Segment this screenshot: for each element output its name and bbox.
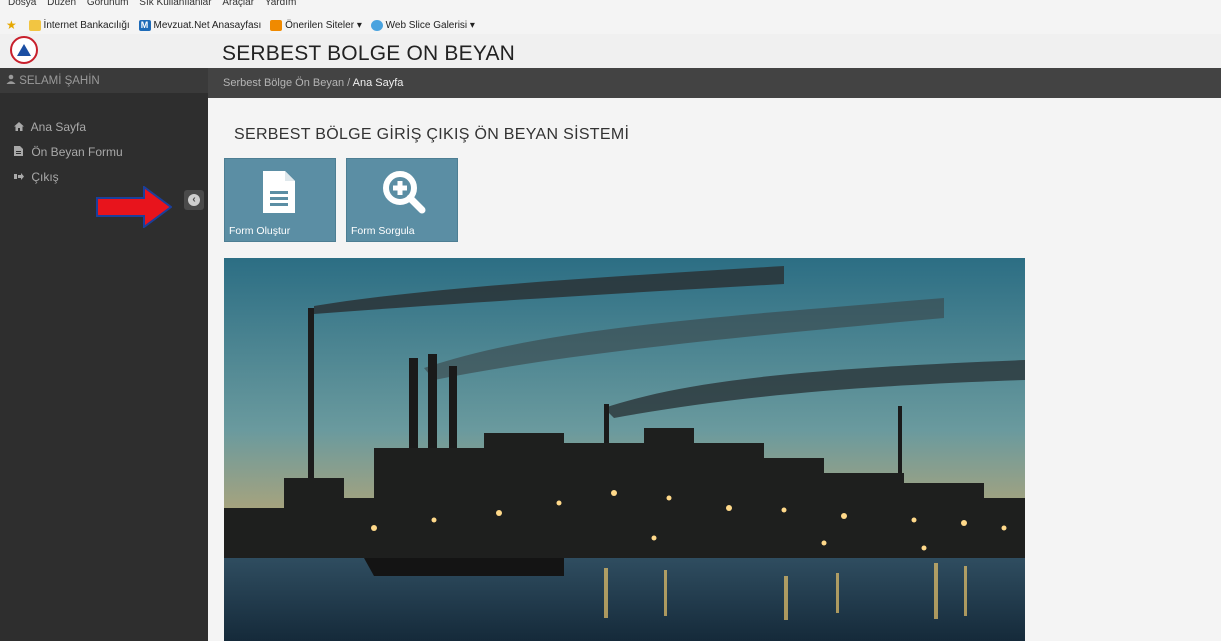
home-icon bbox=[14, 122, 28, 134]
tile-label: Form Sorgula bbox=[351, 225, 415, 237]
page-title: SERBEST BOLGE ON BEYAN bbox=[222, 42, 516, 65]
sidebar-item-ana-sayfa[interactable]: Ana Sayfa bbox=[14, 120, 86, 134]
favorites-star-icon[interactable]: ★ bbox=[6, 16, 20, 34]
sidebar-item-label: Ön Beyan Formu bbox=[31, 145, 123, 159]
main-heading: SERBEST BÖLGE GİRİŞ ÇIKIŞ ÖN BEYAN SİSTE… bbox=[234, 126, 630, 143]
sidebar-item-label: Çıkış bbox=[31, 170, 59, 184]
industrial-photo bbox=[224, 258, 1025, 641]
zoom-in-icon bbox=[383, 171, 426, 214]
user-name: SELAMİ ŞAHİN bbox=[19, 75, 100, 87]
menu-edit[interactable]: Düzen bbox=[47, 0, 76, 8]
annotation-arrow-icon bbox=[96, 186, 172, 228]
form-sorgula-tile[interactable]: Form Sorgula bbox=[346, 158, 458, 242]
user-icon bbox=[6, 74, 19, 87]
app-header: SERBEST BOLGE ON BEYAN bbox=[0, 34, 1221, 68]
breadcrumb: Serbest Bölge Ön Beyan / Ana Sayfa bbox=[208, 68, 1221, 98]
logo[interactable] bbox=[10, 36, 38, 64]
favorite-label: Önerilen Siteler ▾ bbox=[285, 19, 362, 31]
menu-view[interactable]: Görünüm bbox=[87, 0, 129, 8]
favorite-internet-bankaciligi[interactable]: İnternet Bankacılığı bbox=[28, 16, 130, 34]
ie-icon bbox=[370, 19, 383, 31]
favorites-bar: ★ İnternet Bankacılığı M Mevzuat.Net Ana… bbox=[0, 16, 1221, 35]
menu-file[interactable]: Dosya bbox=[8, 0, 36, 8]
tile-label: Form Oluştur bbox=[229, 225, 291, 237]
sidebar-item-label: Ana Sayfa bbox=[30, 120, 87, 134]
user-bar: SELAMİ ŞAHİN bbox=[0, 68, 208, 93]
sidebar-collapse-button[interactable]: ‹ bbox=[184, 190, 204, 210]
menu-help[interactable]: Yardım bbox=[265, 0, 297, 8]
sidebar-item-cikis[interactable]: Çıkış bbox=[14, 170, 59, 184]
breadcrumb-current: Ana Sayfa bbox=[352, 77, 404, 89]
sidebar: SELAMİ ŞAHİN Ana Sayfa Ön Beyan Formu Çı… bbox=[0, 68, 208, 641]
suggested-sites-icon bbox=[270, 19, 283, 31]
sign-out-icon bbox=[14, 172, 28, 184]
folder-icon bbox=[28, 19, 41, 31]
breadcrumb-root[interactable]: Serbest Bölge Ön Beyan bbox=[223, 77, 344, 89]
favorite-onerilen-siteler[interactable]: Önerilen Siteler ▾ bbox=[270, 16, 362, 34]
form-olustur-tile[interactable]: Form Oluştur bbox=[224, 158, 336, 242]
m-logo-icon: M bbox=[138, 19, 151, 31]
sidebar-item-on-beyan-formu[interactable]: Ön Beyan Formu bbox=[14, 145, 123, 159]
menu-tools[interactable]: Araçlar bbox=[222, 0, 254, 8]
main-content: SERBEST BÖLGE GİRİŞ ÇIKIŞ ÖN BEYAN SİSTE… bbox=[208, 98, 1221, 641]
document-icon bbox=[263, 171, 295, 213]
favorite-mevzuat[interactable]: M Mevzuat.Net Anasayfası bbox=[138, 16, 262, 34]
favorite-label: Mevzuat.Net Anasayfası bbox=[153, 19, 262, 31]
browser-menu-bar: Dosya Düzen Görünüm Sık Kullanılanlar Ar… bbox=[0, 0, 1221, 16]
file-icon bbox=[14, 146, 28, 159]
menu-favorites[interactable]: Sık Kullanılanlar bbox=[139, 0, 211, 8]
breadcrumb-separator: / bbox=[347, 77, 351, 89]
favorite-web-slice[interactable]: Web Slice Galerisi ▾ bbox=[370, 16, 475, 34]
chevron-left-icon: ‹ bbox=[188, 194, 200, 206]
favorite-label: Web Slice Galerisi ▾ bbox=[385, 19, 475, 31]
favorite-label: İnternet Bankacılığı bbox=[43, 19, 130, 31]
